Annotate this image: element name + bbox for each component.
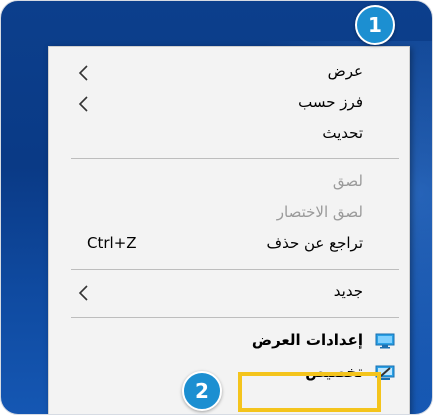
menu-item-undo-delete[interactable]: Ctrl+Z تراجع عن حذف [49,230,409,260]
desktop-context-menu: عرض فرز حسب تحديث لصق لصق الاختصار Ctrl+… [48,46,410,414]
menu-separator [71,158,399,159]
menu-item-paste-shortcut: لصق الاختصار [49,199,409,229]
screenshot-frame: عرض فرز حسب تحديث لصق لصق الاختصار Ctrl+… [0,0,433,415]
shortcut-text: Ctrl+Z [87,234,137,252]
chevron-left-icon [78,96,88,112]
menu-separator [71,317,399,318]
step-badge-1: 1 [355,5,395,45]
menu-item-display-settings[interactable]: إعدادات العرض [49,327,409,357]
chevron-left-icon [78,285,88,301]
menu-item-label: جديد [333,282,363,300]
menu-item-label: لصق الاختصار [276,203,363,221]
chevron-left-icon [78,65,88,81]
menu-item-label: لصق [332,172,363,190]
highlight-box [238,372,381,412]
menu-item-paste: لصق [49,168,409,198]
menu-item-label: تراجع عن حذف [266,234,363,252]
menu-item-label: إعدادات العرض [251,331,363,349]
menu-separator [71,269,399,270]
menu-item-label: فرز حسب [298,93,363,111]
menu-item-new[interactable]: جديد [49,278,409,308]
menu-item-refresh[interactable]: تحديث [49,120,409,150]
menu-item-label: عرض [327,62,363,80]
menu-item-label: تحديث [322,124,363,142]
menu-item-sort-by[interactable]: فرز حسب [49,89,409,119]
display-settings-icon [375,333,395,349]
menu-item-view[interactable]: عرض [49,58,409,88]
step-badge-2: 2 [182,371,222,411]
